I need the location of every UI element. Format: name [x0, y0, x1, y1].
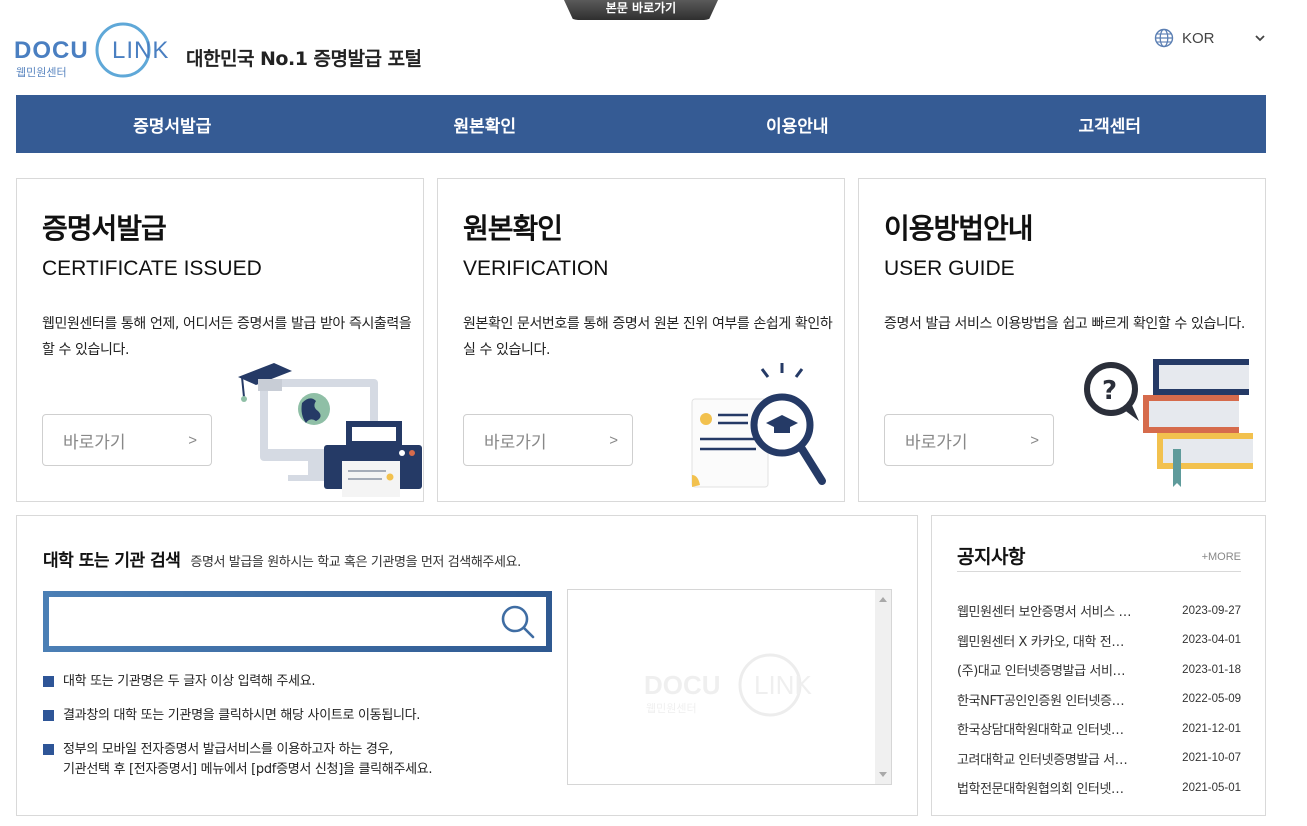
notice-item[interactable]: 한국상담대학원대학교 인터넷… 2021-12-01 [957, 714, 1241, 744]
notice-item-date: 2021-05-01 [1182, 781, 1241, 794]
notice-title: 공지사항 [957, 546, 1025, 568]
globe-icon [1154, 28, 1174, 48]
note-item: 정부의 모바일 전자증명서 발급서비스를 이용하고자 하는 경우, 기관선택 후… [43, 740, 433, 780]
note-text: 결과창의 대학 또는 기관명을 클릭하시면 해당 사이트로 이동됩니다. [63, 708, 421, 723]
doculink-logo[interactable]: DOCU LINK 웹민원센터 [14, 20, 174, 82]
scroll-up-arrow-icon[interactable] [879, 597, 887, 602]
notice-item-date: 2023-04-01 [1182, 634, 1241, 647]
main-navigation: 증명서발급 원본확인 이용안내 고객센터 [16, 95, 1266, 153]
go-button-label: 바로가기 [484, 432, 547, 453]
card-description: 웹민원센터를 통해 언제, 어디서든 증명서를 발급 받아 즉시출력을 할 수 … [42, 316, 412, 358]
card-title: 원본확인 [463, 212, 563, 245]
service-card-user-guide: 이용방법안내 USER GUIDE 증명서 발급 서비스 이용방법을 쉽고 빠르… [858, 178, 1266, 502]
search-title: 대학 또는 기관 검색 [43, 551, 181, 571]
institution-search-input[interactable] [49, 597, 490, 646]
logo-subtitle: 웹민원센터 [16, 66, 67, 79]
go-button-user-guide[interactable]: 바로가기 > [884, 414, 1054, 466]
notice-item[interactable]: 법학전문대학원협의회 인터넷… 2021-05-01 [957, 773, 1241, 803]
notice-item[interactable]: (주)대교 인터넷증명발급 서비… 2023-01-18 [957, 655, 1241, 685]
svg-text:DOCU: DOCU [644, 670, 721, 700]
nav-item-customer-center[interactable]: 고객센터 [954, 95, 1267, 153]
note-item: 대학 또는 기관명은 두 글자 이상 입력해 주세요. [43, 672, 432, 692]
notice-item[interactable]: 한국NFT공인인증원 인터넷증… 2022-05-09 [957, 685, 1241, 715]
notice-item-title: 웹민원센터 X 카카오, 대학 전… [957, 634, 1124, 650]
notice-item-date: 2022-05-09 [1182, 693, 1241, 706]
service-card-certificate-issue: 증명서발급 CERTIFICATE ISSUED 웹민원센터를 통해 언제, 어… [16, 178, 424, 502]
notice-item-title: 한국NFT공인인증원 인터넷증… [957, 693, 1125, 709]
arrow-right-icon: > [188, 431, 197, 449]
svg-text:?: ? [1102, 376, 1117, 406]
note-text-line2: 기관선택 후 [전자증명서] 메뉴에서 [pdf증명서 신청]을 클릭해주세요. [63, 762, 433, 777]
go-button-label: 바로가기 [63, 432, 126, 453]
note-text-line1: 정부의 모바일 전자증명서 발급서비스를 이용하고자 하는 경우, [63, 742, 393, 757]
logo-word-left: DOCU [14, 37, 89, 64]
card-description: 증명서 발급 서비스 이용방법을 쉽고 빠르게 확인할 수 있습니다. [884, 316, 1245, 332]
note-item: 결과창의 대학 또는 기관명을 클릭하시면 해당 사이트로 이동됩니다. [43, 706, 432, 726]
card-subtitle: VERIFICATION [463, 257, 609, 280]
notice-item-title: 법학전문대학원협의회 인터넷… [957, 782, 1124, 798]
notice-item-title: 고려대학교 인터넷증명발급 서… [957, 752, 1128, 768]
notice-item[interactable]: 고려대학교 인터넷증명발급 서… 2021-10-07 [957, 744, 1241, 774]
notice-item-title: 웹민원센터 보안증명서 서비스 … [957, 605, 1132, 621]
notice-item-date: 2023-09-27 [1182, 604, 1241, 617]
notice-item-date: 2021-10-07 [1182, 752, 1241, 765]
notice-item-title: (주)대교 인터넷증명발급 서비… [957, 664, 1126, 680]
svg-text:LINK: LINK [754, 670, 812, 700]
computer-printer-illustration [238, 363, 422, 497]
search-icon [501, 605, 535, 638]
language-label: KOR [1182, 29, 1215, 47]
notice-more-link[interactable]: +MORE [1202, 551, 1241, 563]
arrow-right-icon: > [1030, 431, 1039, 449]
notice-panel: 공지사항 +MORE 웹민원센터 보안증명서 서비스 … 2023-09-27 웹… [931, 515, 1266, 816]
notice-item-date: 2023-01-18 [1182, 663, 1241, 676]
chevron-down-icon [1255, 35, 1265, 42]
notice-item[interactable]: 웹민원센터 X 카카오, 대학 전… 2023-04-01 [957, 626, 1241, 656]
scroll-down-arrow-icon[interactable] [879, 772, 887, 777]
svg-text:웹민원센터: 웹민원센터 [646, 702, 697, 715]
nav-item-verification[interactable]: 원본확인 [329, 95, 642, 153]
language-selector[interactable]: KOR [1154, 27, 1266, 49]
search-field-wrapper [43, 591, 552, 652]
search-notes: 대학 또는 기관명은 두 글자 이상 입력해 주세요. 결과창의 대학 또는 기… [43, 672, 433, 794]
certificate-magnifier-illustration [691, 363, 826, 488]
notice-list: 웹민원센터 보안증명서 서비스 … 2023-09-27 웹민원센터 X 카카오,… [957, 596, 1241, 803]
go-button-certificate-issue[interactable]: 바로가기 > [42, 414, 212, 466]
card-subtitle: CERTIFICATE ISSUED [42, 257, 262, 280]
square-bullet-icon [43, 676, 54, 687]
doculink-watermark-logo: DOCU LINK 웹민원센터 [644, 653, 812, 717]
notice-item-title: 한국상담대학원대학교 인터넷… [957, 723, 1124, 739]
go-button-label: 바로가기 [905, 432, 968, 453]
nav-item-certificate-issue[interactable]: 증명서발급 [16, 95, 329, 153]
search-button[interactable] [490, 597, 546, 646]
institution-search-panel: 대학 또는 기관 검색 증명서 발급을 원하시는 학교 혹은 기관명을 먼저 검… [16, 515, 918, 816]
search-results-list[interactable]: DOCU LINK 웹민원센터 [567, 589, 892, 785]
nav-item-user-guide[interactable]: 이용안내 [641, 95, 954, 153]
note-text: 대학 또는 기관명은 두 글자 이상 입력해 주세요. [63, 674, 316, 689]
go-button-verification[interactable]: 바로가기 > [463, 414, 633, 466]
card-title: 이용방법안내 [884, 212, 1034, 245]
card-subtitle: USER GUIDE [884, 257, 1015, 280]
site-tagline: 대한민국 No.1 증명발급 포털 [186, 48, 422, 70]
search-description: 증명서 발급을 원하시는 학교 혹은 기관명을 먼저 검색해주세요. [190, 555, 521, 570]
notice-item-date: 2021-12-01 [1182, 722, 1241, 735]
books-question-illustration: ? [1084, 359, 1253, 487]
service-card-verification: 원본확인 VERIFICATION 원본확인 문서번호를 통해 증명서 원본 진… [437, 178, 845, 502]
logo-word-right: LINK [112, 37, 169, 64]
card-title: 증명서발급 [42, 212, 167, 245]
card-description: 원본확인 문서번호를 통해 증명서 원본 진위 여부를 손쉽게 확인하실 수 있… [463, 316, 833, 358]
skip-to-content-link[interactable]: 본문 바로가기 [564, 0, 718, 20]
square-bullet-icon [43, 744, 54, 755]
arrow-right-icon: > [609, 431, 618, 449]
square-bullet-icon [43, 710, 54, 721]
results-scrollbar[interactable] [875, 590, 891, 784]
notice-item[interactable]: 웹민원센터 보안증명서 서비스 … 2023-09-27 [957, 596, 1241, 626]
